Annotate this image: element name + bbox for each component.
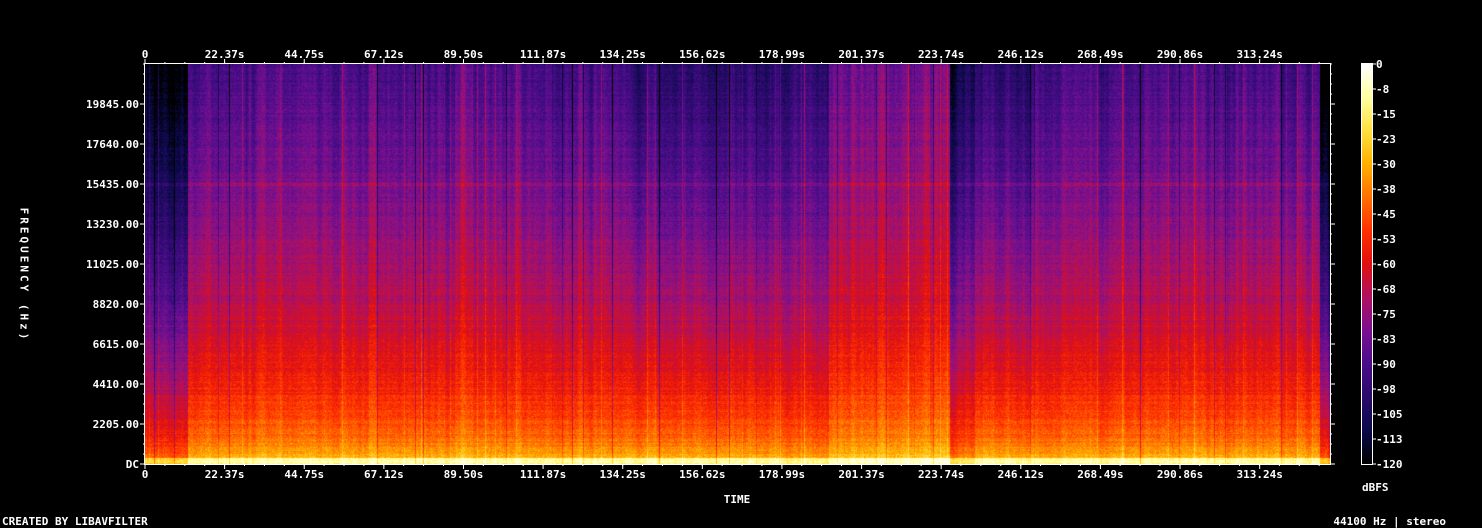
x-tick-label-top: 201.37s	[838, 48, 884, 61]
colorbar-label: dBFS	[1362, 481, 1389, 494]
x-tick-label-bottom: 201.37s	[838, 468, 884, 481]
x-tick-label-bottom: 134.25s	[600, 468, 646, 481]
x-tick-label-bottom: 22.37s	[205, 468, 245, 481]
x-tick-label-top: 89.50s	[444, 48, 484, 61]
colorbar-tick-label: -30	[1376, 158, 1396, 171]
colorbar-tick-label: -68	[1376, 283, 1396, 296]
x-tick-label-top: 178.99s	[759, 48, 805, 61]
x-tick-label-bottom: 268.49s	[1077, 468, 1123, 481]
footer-format: 44100 Hz | stereo	[1333, 515, 1446, 528]
colorbar-tick-label: -90	[1376, 358, 1396, 371]
y-tick-label: 19845.00	[86, 98, 139, 111]
x-tick-label-top: 268.49s	[1077, 48, 1123, 61]
colorbar-tick-label: -98	[1376, 383, 1396, 396]
y-tick-label: 17640.00	[86, 138, 139, 151]
x-tick-label-top: 313.24s	[1237, 48, 1283, 61]
x-tick-label-bottom: 246.12s	[998, 468, 1044, 481]
colorbar-tick-label: -83	[1376, 333, 1396, 346]
x-tick-label-top: 134.25s	[600, 48, 646, 61]
x-tick-label-bottom: 89.50s	[444, 468, 484, 481]
x-tick-label-top: 290.86s	[1157, 48, 1203, 61]
footer-credit: CREATED BY LIBAVFILTER	[2, 515, 148, 528]
colorbar-tick-label: -8	[1376, 83, 1389, 96]
x-tick-label-top: 111.87s	[520, 48, 566, 61]
colorbar-tick-label: -113	[1376, 433, 1403, 446]
x-axis-label: TIME	[723, 493, 751, 506]
y-tick-label: 13230.00	[86, 218, 139, 231]
x-tick-label-top: 156.62s	[679, 48, 725, 61]
x-tick-label-bottom: 223.74s	[918, 468, 964, 481]
y-tick-label: 8820.00	[93, 298, 139, 311]
y-tick-label: DC	[126, 458, 139, 471]
x-tick-label-bottom: 44.75s	[284, 468, 324, 481]
x-tick-label-bottom: 178.99s	[759, 468, 805, 481]
x-tick-label-top: 44.75s	[284, 48, 324, 61]
spectrogram-figure: 0 0 22.37s 22.37s 44.75s 44.75s 67.12s 67.12s 89…	[0, 0, 1482, 528]
y-tick-label: 15435.00	[86, 178, 139, 191]
colorbar-tick-label: -120	[1376, 458, 1403, 471]
colorbar-tick-label: -38	[1376, 183, 1396, 196]
x-tick-label-bottom: 313.24s	[1237, 468, 1283, 481]
x-tick-label-bottom: 67.12s	[364, 468, 404, 481]
x-tick-label-bottom: 156.62s	[679, 468, 725, 481]
y-axis-label: FREQUENCY (Hz)	[17, 207, 31, 343]
x-tick-label-bottom: 111.87s	[520, 468, 566, 481]
colorbar-tick-label: -45	[1376, 208, 1396, 221]
x-tick-label-top: 0	[142, 48, 149, 61]
axes-overlay: 0 0 22.37s 22.37s 44.75s 44.75s 67.12s 67.12s 89…	[86, 48, 1403, 481]
colorbar-tick-label: 0	[1376, 58, 1383, 71]
x-tick-label-top: 223.74s	[918, 48, 964, 61]
y-tick-label: 11025.00	[86, 258, 139, 271]
x-tick-label-bottom: 290.86s	[1157, 468, 1203, 481]
colorbar-tick-label: -15	[1376, 108, 1396, 121]
y-tick-label: 6615.00	[93, 338, 139, 351]
x-tick-label-top: 246.12s	[998, 48, 1044, 61]
colorbar-tick-label: -53	[1376, 233, 1396, 246]
colorbar-tick-label: -75	[1376, 308, 1396, 321]
y-tick-label: 2205.00	[93, 418, 139, 431]
colorbar-tick-label: -23	[1376, 133, 1396, 146]
x-tick-label-top: 67.12s	[364, 48, 404, 61]
y-tick-label: 4410.00	[93, 378, 139, 391]
colorbar-tick-label: -105	[1376, 408, 1403, 421]
x-tick-label-top: 22.37s	[205, 48, 245, 61]
x-tick-label-bottom: 0	[142, 468, 149, 481]
colorbar-tick-label: -60	[1376, 258, 1396, 271]
